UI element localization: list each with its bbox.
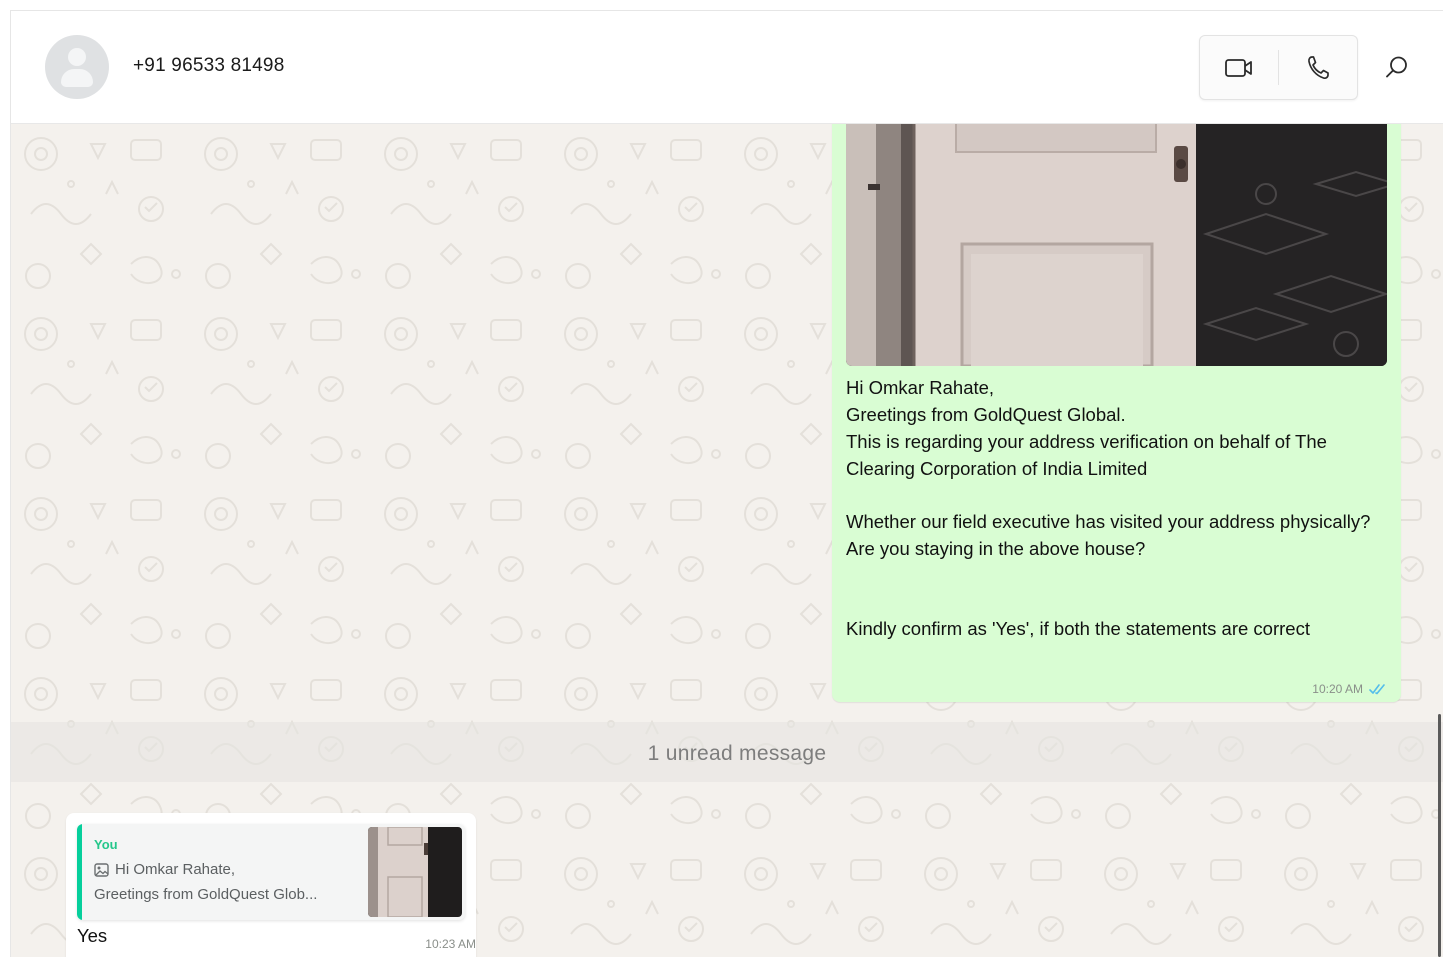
message-line: Whether our field executive has visited … <box>846 511 1371 532</box>
chat-header: +91 96533 81498 <box>11 11 1443 124</box>
quote-line-1-text: Hi Omkar Rahate, <box>115 861 236 878</box>
message-line: Kindly confirm as 'Yes', if both the sta… <box>846 618 1310 639</box>
incoming-message-text: Yes <box>77 925 108 946</box>
message-time: 10:20 AM <box>1312 682 1363 696</box>
message-line: This is regarding your address verificat… <box>846 431 1327 479</box>
voice-call-button[interactable] <box>1279 36 1357 99</box>
photo-icon <box>94 862 109 877</box>
double-tick-read-icon <box>1369 684 1385 695</box>
quote-author: You <box>94 837 118 852</box>
incoming-message[interactable]: You Hi Omkar Rahate, Greetings from Gold… <box>66 813 476 957</box>
quote-thumbnail <box>368 827 462 917</box>
default-avatar-icon[interactable] <box>45 35 109 99</box>
quoted-message[interactable]: You Hi Omkar Rahate, Greetings from Gold… <box>77 824 465 920</box>
message-line: Greetings from GoldQuest Global. <box>846 404 1126 425</box>
avatar-head <box>68 48 86 66</box>
message-line: Hi Omkar Rahate, <box>846 377 995 398</box>
house-door-photo[interactable] <box>846 124 1387 366</box>
quote-line-2: Greetings from GoldQuest Glob... <box>94 886 318 903</box>
message-line: Are you staying in the above house? <box>846 538 1146 559</box>
outgoing-message-text: Hi Omkar Rahate, Greetings from GoldQues… <box>846 374 1386 642</box>
house-door-image <box>846 124 1387 366</box>
video-call-button[interactable] <box>1200 36 1278 99</box>
outgoing-message[interactable]: Hi Omkar Rahate, Greetings from GoldQues… <box>832 124 1401 702</box>
message-time: 10:23 AM <box>425 937 476 951</box>
unread-message-label: 1 unread message <box>647 742 827 765</box>
avatar-body <box>61 69 93 87</box>
search-icon <box>1386 56 1407 78</box>
chat-window: +91 96533 81498 Hi Omkar Rahate, Greetin… <box>10 10 1443 957</box>
video-call-icon <box>1225 58 1252 77</box>
call-button-group <box>1199 35 1358 100</box>
quote-accent-bar <box>77 824 82 920</box>
search-button[interactable] <box>1377 47 1417 87</box>
outgoing-message-meta: 10:20 AM <box>1312 682 1387 696</box>
chat-scrollbar[interactable] <box>1438 714 1441 957</box>
voice-call-icon <box>1308 55 1329 79</box>
message-list[interactable]: Hi Omkar Rahate, Greetings from GoldQues… <box>11 124 1443 957</box>
quote-line-1: Hi Omkar Rahate, <box>94 861 235 878</box>
contact-name[interactable]: +91 96533 81498 <box>133 55 284 77</box>
